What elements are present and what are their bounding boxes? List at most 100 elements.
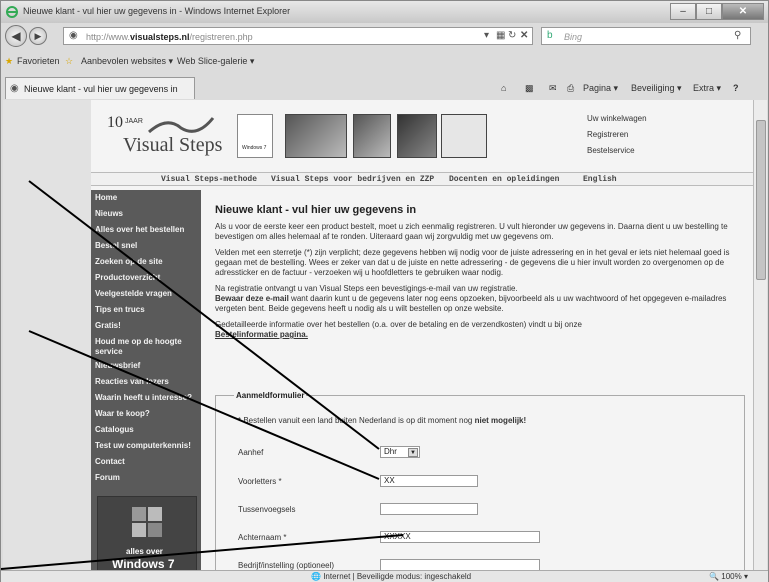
infix-label: Tussenvoegsels: [238, 505, 296, 514]
nav-english[interactable]: English: [583, 175, 617, 184]
tools-menu[interactable]: Extra ▾: [693, 83, 721, 94]
logo-swoosh-icon: [148, 117, 215, 134]
search-placeholder: Bing: [564, 32, 583, 42]
sidebar-item-interests[interactable]: Waarin heeft u interesse?: [95, 393, 199, 403]
minimize-button[interactable]: –: [670, 3, 696, 20]
status-zone-text: 🌐 Internet | Beveiligde modus: ingeschak…: [311, 572, 472, 581]
salutation-label: Aanhef: [238, 448, 264, 457]
feeds-icon[interactable]: ▩: [525, 83, 534, 94]
company-label: Bedrijf/instelling (optioneel): [238, 561, 335, 570]
star-icon: ★: [5, 56, 14, 66]
sidebar-item-products[interactable]: Productoverzicht: [95, 273, 199, 283]
sidebar-item-contact[interactable]: Contact: [95, 457, 199, 467]
fav-suggested-sites[interactable]: Aanbevolen websites ▾: [81, 56, 173, 67]
select-arrow-icon: ▼: [408, 448, 418, 457]
forward-button[interactable]: ▶: [29, 27, 47, 45]
sidebar-item-search[interactable]: Zoeken op de site: [95, 257, 199, 267]
logo-jaar: JAAR: [125, 118, 143, 125]
address-bar[interactable]: ◉ http://www.visualsteps.nl/registreren.…: [63, 27, 533, 45]
book-image-3: [397, 114, 437, 158]
sidebar-item-home[interactable]: Home: [95, 193, 199, 203]
window-controls: – □ ✕: [670, 3, 764, 21]
nav-business[interactable]: Visual Steps voor bedrijven en ZZP: [271, 175, 434, 184]
form-legend: Aanmeldformulier: [234, 391, 307, 400]
page-menu[interactable]: Pagina ▾: [583, 83, 618, 94]
initials-label: Voorletters *: [238, 477, 282, 486]
register-link[interactable]: Registreren: [587, 130, 628, 139]
sidebar-item-newsletter[interactable]: Nieuwsbrief: [95, 361, 199, 371]
back-button[interactable]: ◀: [5, 25, 27, 47]
top-navigation: Visual Steps-methode Visual Steps voor b…: [91, 172, 753, 186]
registration-form: Aanmeldformulier * Bestellen vanuit een …: [215, 391, 745, 570]
title-bar: Nieuwe klant - vul hier uw gegevens in -…: [1, 1, 768, 23]
book-cover-image[interactable]: Windows 7: [237, 114, 273, 158]
tab-row: ◉ Nieuwe klant - vul hier uw gegevens in…: [1, 75, 768, 99]
scrollbar-thumb[interactable]: [756, 120, 766, 280]
initials-field[interactable]: XX: [380, 475, 478, 487]
company-field[interactable]: [380, 559, 540, 570]
site-logo[interactable]: 10 JAAR Visual Steps: [103, 110, 233, 160]
windows7-promo-banner[interactable]: alles over Windows 7: [97, 496, 197, 570]
page-icon: ◉: [69, 30, 78, 41]
infix-field[interactable]: [380, 503, 478, 515]
refresh-icon[interactable]: ↻: [508, 30, 516, 41]
tab-page-icon: ◉: [10, 83, 19, 94]
print-icon[interactable]: ⎙: [567, 83, 574, 94]
bing-icon: b: [547, 30, 553, 41]
sidebar-item-faq[interactable]: Veelgestelde vragen: [95, 289, 199, 299]
cart-link[interactable]: Uw winkelwagen: [587, 114, 647, 123]
sidebar-item-where-to-buy[interactable]: Waar te koop?: [95, 409, 199, 419]
sidebar-item-ordering[interactable]: Alles over het bestellen: [95, 225, 199, 235]
sidebar-item-quick-order[interactable]: Bestel snel: [95, 241, 199, 251]
stop-icon[interactable]: ✕: [520, 30, 528, 41]
order-info-paragraph: Gedetailleerde informatie over het beste…: [215, 320, 582, 339]
page-viewport: 10 JAAR Visual Steps Windows 7 Uw winkel…: [3, 100, 753, 570]
fav-web-slice-gallery[interactable]: Web Slice-galerie ▾: [177, 56, 254, 67]
sidebar-item-free[interactable]: Gratis!: [95, 321, 199, 331]
book-image-2: [353, 114, 391, 158]
sidebar-item-keep-updated[interactable]: Houd me op de hoogte service: [95, 337, 199, 357]
intro-paragraph: Als u voor de eerste keer een product be…: [215, 222, 728, 241]
form-notice: * Bestellen vanuit een land buiten Neder…: [238, 416, 527, 425]
home-icon[interactable]: ⌂: [501, 83, 506, 93]
order-service-link[interactable]: Bestelservice: [587, 146, 635, 155]
vertical-scrollbar[interactable]: [753, 100, 767, 570]
close-button[interactable]: ✕: [722, 3, 764, 20]
nav-method[interactable]: Visual Steps-methode: [161, 175, 257, 184]
status-bar: 🌐 Internet | Beveiligde modus: ingeschak…: [1, 570, 768, 582]
help-icon[interactable]: ?: [733, 83, 739, 93]
add-favorite-icon[interactable]: ☆: [65, 56, 73, 67]
favorites-button[interactable]: Favorieten: [17, 56, 60, 66]
order-info-link[interactable]: Bestelinformatie pagina.: [215, 330, 308, 339]
sidebar-item-catalog[interactable]: Catalogus: [95, 425, 199, 435]
surname-field[interactable]: XXXXX: [380, 531, 540, 543]
salutation-select[interactable]: Dhr ▼: [380, 446, 420, 458]
windows-logo-icon: [132, 507, 162, 537]
dropdown-icon[interactable]: ▾: [484, 30, 489, 41]
mail-icon[interactable]: ✉: [549, 83, 557, 94]
maximize-button[interactable]: □: [696, 3, 722, 20]
logo-name: Visual Steps: [123, 134, 223, 156]
security-menu[interactable]: Beveiliging ▾: [631, 83, 682, 94]
page-heading: Nieuwe klant - vul hier uw gegevens in: [215, 204, 417, 216]
sidebar-item-news[interactable]: Nieuws: [95, 209, 199, 219]
nav-teachers[interactable]: Docenten en opleidingen: [449, 175, 559, 184]
ie-logo-icon: [6, 6, 18, 18]
tab-title: Nieuwe klant - vul hier uw gegevens in: [24, 84, 178, 94]
main-content: Nieuwe klant - vul hier uw gegevens in A…: [215, 204, 745, 346]
web-page: 10 JAAR Visual Steps Windows 7 Uw winkel…: [91, 100, 753, 570]
book-image-4: [441, 114, 487, 158]
confirmation-paragraph: Na registratie ontvangt u van Visual Ste…: [215, 284, 727, 313]
sidebar-item-forum[interactable]: Forum: [95, 473, 199, 483]
sidebar-item-reviews[interactable]: Reacties van lezers: [95, 377, 199, 387]
sidebar-item-test[interactable]: Test uw computerkennis!: [95, 441, 199, 451]
search-icon[interactable]: ⚲: [734, 30, 741, 41]
zoom-level[interactable]: 🔍 100% ▾: [709, 572, 748, 581]
tab-current[interactable]: ◉ Nieuwe klant - vul hier uw gegevens in: [5, 77, 195, 99]
promo-small-text: alles over: [126, 547, 163, 556]
search-box[interactable]: b Bing ⚲: [541, 27, 751, 45]
book-series-image: [285, 114, 347, 158]
sidebar-item-tips[interactable]: Tips en trucs: [95, 305, 199, 315]
window-title: Nieuwe klant - vul hier uw gegevens in -…: [23, 6, 291, 16]
compatibility-icon[interactable]: ▦: [496, 30, 505, 41]
